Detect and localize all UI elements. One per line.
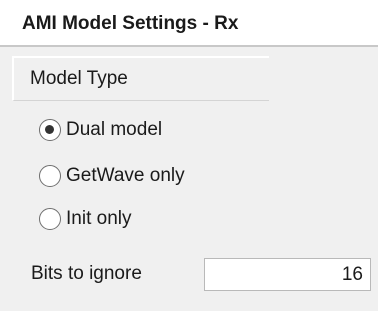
ami-model-settings-panel: AMI Model Settings - Rx Model Type Dual … [0,0,378,311]
radio-button-icon[interactable] [39,165,61,187]
model-type-label: Model Type [30,68,128,89]
radio-init-only[interactable]: Init only [39,206,131,232]
radio-init-only-label[interactable]: Init only [66,208,131,230]
bits-to-ignore-label: Bits to ignore [31,263,142,284]
radio-dual-model[interactable]: Dual model [39,117,162,143]
radio-dual-model-label[interactable]: Dual model [66,119,162,141]
panel-title: AMI Model Settings - Rx [22,13,239,34]
radio-button-icon[interactable] [39,208,61,230]
radio-button-selected-icon[interactable] [39,119,61,141]
radio-getwave-only[interactable]: GetWave only [39,163,185,189]
panel-header: AMI Model Settings - Rx [0,0,378,47]
radio-getwave-only-label[interactable]: GetWave only [66,165,185,187]
bits-to-ignore-input[interactable] [204,258,371,291]
